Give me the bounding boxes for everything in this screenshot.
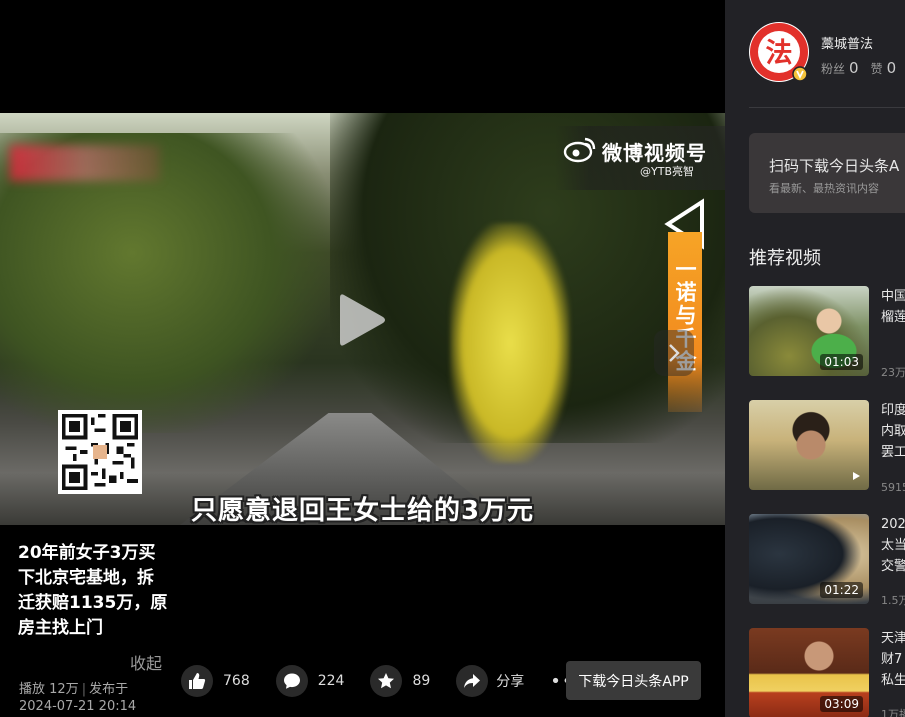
fans-label: 粉丝 bbox=[821, 62, 846, 76]
favorite-count: 89 bbox=[412, 673, 431, 689]
author-name[interactable]: 藁城普法 bbox=[821, 33, 873, 52]
recommend-thumbnail bbox=[749, 400, 869, 490]
publish-time: 2024-07-21 20:14 bbox=[19, 699, 137, 714]
more-icon bbox=[853, 472, 860, 480]
recommend-item[interactable]: 01:03 中国 榴莲 23万 bbox=[749, 286, 905, 379]
watermark-platform: 微博视频号 bbox=[602, 141, 707, 165]
likes-count: 0 bbox=[886, 59, 897, 77]
video-subtitle: 只愿意退回王女士给的3万元 bbox=[190, 496, 535, 526]
verified-icon bbox=[792, 66, 808, 82]
recommend-thumbnail: 01:22 bbox=[749, 514, 869, 604]
next-video-button[interactable] bbox=[654, 330, 694, 376]
comment-icon bbox=[283, 673, 300, 689]
recommend-count: 23万 bbox=[881, 366, 905, 379]
fans-count: 0 bbox=[849, 59, 859, 77]
recommend-title: 印度 内取 罢工 bbox=[881, 403, 905, 460]
download-promo-card[interactable]: 扫码下载今日头条A 看最新、最热资讯内容 bbox=[749, 133, 905, 213]
blurred-channel-logo bbox=[10, 145, 160, 181]
like-count: 768 bbox=[223, 673, 250, 689]
chevron-right-icon bbox=[669, 344, 680, 362]
action-bar: 768 224 89 分享 ••• bbox=[181, 662, 597, 700]
like-icon bbox=[189, 673, 206, 689]
recommend-count: 5915 bbox=[881, 481, 905, 494]
video-scene-flag bbox=[450, 223, 570, 463]
likes-label: 赞 bbox=[870, 62, 883, 76]
recommend-title: 天津 财7 私生 bbox=[881, 631, 905, 688]
video-title: 20年前女子3万买下北京宅基地，拆迁获赔1135万，原房主找上门 bbox=[18, 543, 168, 638]
recommend-duration: 01:22 bbox=[820, 582, 863, 598]
watermark-handle: @YTB亮智 bbox=[640, 165, 694, 178]
weibo-icon bbox=[563, 137, 596, 163]
recommend-item[interactable]: 03:09 天津 财7 私生 1万播 bbox=[749, 628, 905, 717]
promo-title: 扫码下载今日头条A bbox=[769, 157, 900, 175]
recommend-duration: 01:03 bbox=[820, 354, 863, 370]
divider bbox=[749, 107, 905, 108]
star-icon bbox=[378, 673, 395, 689]
comment-count: 224 bbox=[317, 673, 345, 689]
share-button[interactable]: 分享 bbox=[456, 665, 524, 697]
collapse-button[interactable]: 收起 bbox=[130, 650, 162, 674]
recommend-title: 202 太当 交警 bbox=[881, 517, 905, 574]
recommend-thumbnail: 03:09 bbox=[749, 628, 869, 717]
recommend-heading: 推荐视频 bbox=[749, 248, 821, 269]
recommend-item[interactable]: 01:22 202 太当 交警 1.5万 bbox=[749, 514, 905, 607]
qr-code bbox=[58, 410, 142, 494]
author-stats: 粉丝 0 赞 0 bbox=[821, 59, 905, 77]
play-icon[interactable] bbox=[336, 291, 388, 349]
video-player: 微博视频号 @YTB亮智 一诺与千金 只愿意退回王女士给的3万元 20年前女子3… bbox=[0, 0, 725, 717]
sidebar: 法 藁城普法 粉丝 0 赞 0 扫码下载今日头条A 看最新、最热资讯内容 推荐视频 0… bbox=[725, 0, 905, 717]
share-icon bbox=[464, 674, 481, 688]
video-meta: 播放 12万 | 发布于 2024-07-21 20:14 bbox=[19, 682, 137, 714]
avatar-text: 法 bbox=[766, 38, 793, 69]
favorite-button[interactable]: 89 bbox=[370, 665, 430, 697]
recommend-count: 1.5万 bbox=[881, 594, 905, 607]
recommend-duration: 03:09 bbox=[820, 696, 863, 712]
like-button[interactable]: 768 bbox=[181, 665, 250, 697]
promo-subtitle: 看最新、最热资讯内容 bbox=[769, 182, 879, 195]
recommend-item[interactable]: 印度 内取 罢工 5915 bbox=[749, 400, 905, 494]
comment-button[interactable]: 224 bbox=[275, 665, 345, 697]
share-label: 分享 bbox=[496, 674, 525, 690]
view-count: 播放 12万 bbox=[19, 682, 79, 697]
recommend-title: 中国 榴莲 bbox=[881, 289, 905, 325]
recommend-thumbnail: 01:03 bbox=[749, 286, 869, 376]
download-app-button[interactable]: 下载今日头条APP bbox=[566, 661, 701, 700]
recommend-count: 1万播 bbox=[881, 708, 905, 717]
publish-prefix: 发布于 bbox=[89, 682, 129, 697]
